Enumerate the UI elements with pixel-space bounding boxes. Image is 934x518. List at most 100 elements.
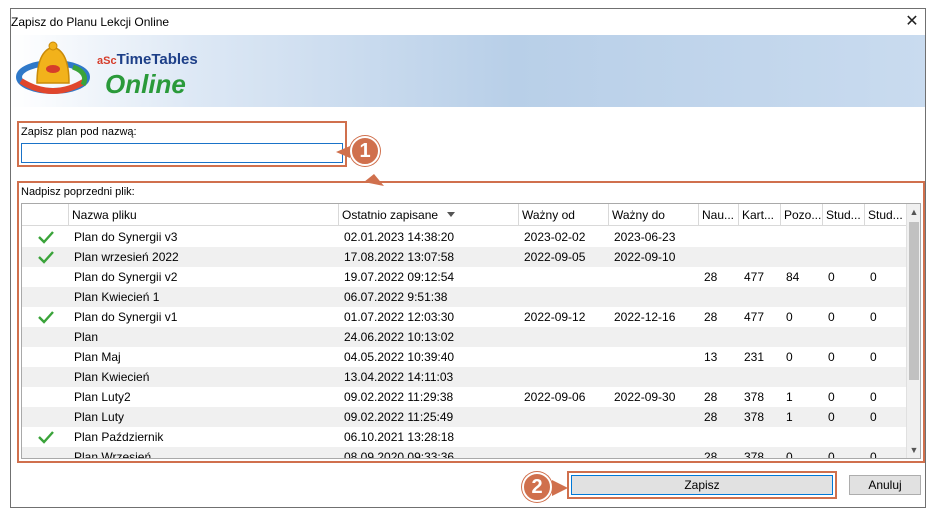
window-title: Zapisz do Planu Lekcji Online xyxy=(11,15,170,29)
cell-name: Plan Kwiecień 1 xyxy=(74,290,160,304)
asc-bell-logo-icon xyxy=(16,41,90,94)
cell-c2: 477 xyxy=(744,310,765,324)
table-row[interactable]: Plan 24.06.2022 10:13:02 xyxy=(22,327,908,347)
table-row[interactable]: Plan do Synergii v2 19.07.2022 09:12:54 28… xyxy=(22,267,908,287)
cell-saved: 02.01.2023 14:38:20 xyxy=(344,230,455,244)
column-header-name[interactable]: Nazwa pliku xyxy=(68,204,338,226)
cell-c4: 0 xyxy=(828,390,835,404)
cell-c3: 1 xyxy=(786,390,793,404)
cell-saved: 08.09.2020 09:33:36 xyxy=(344,450,455,459)
cell-c1: 28 xyxy=(704,270,718,284)
sort-descending-icon xyxy=(447,212,455,217)
cell-saved: 17.08.2022 13:07:58 xyxy=(344,250,455,264)
plan-name-input[interactable] xyxy=(21,143,343,163)
cell-name: Plan do Synergii v3 xyxy=(74,230,178,244)
cell-to: 2023-06-23 xyxy=(614,230,676,244)
cell-saved: 24.06.2022 10:13:02 xyxy=(344,330,455,344)
column-header-cards[interactable]: Kart... xyxy=(738,204,780,226)
cell-to: 2022-12-16 xyxy=(614,310,676,324)
cell-name: Plan Luty2 xyxy=(74,390,131,404)
cell-saved: 06.10.2021 13:28:18 xyxy=(344,430,455,444)
cell-c2: 378 xyxy=(744,390,765,404)
overwrite-group: Nadpisz poprzedni plik: Nazwa pliku Osta… xyxy=(17,181,925,463)
column-header-status[interactable] xyxy=(22,204,68,226)
cell-c5: 0 xyxy=(870,410,877,424)
scroll-down-icon[interactable]: ▼ xyxy=(907,442,920,458)
overwrite-label: Nadpisz poprzedni plik: xyxy=(21,186,135,198)
column-header-saved[interactable]: Ostatnio zapisane xyxy=(338,204,518,226)
cell-c4: 0 xyxy=(828,350,835,364)
dialog-window: Zapisz do Planu Lekcji Online ✕ aScTimeT… xyxy=(10,8,926,508)
table-row[interactable]: Plan Wrzesień 08.09.2020 09:33:36 28 378 0 0 0 xyxy=(22,447,908,459)
save-name-group: Zapisz plan pod nazwą: xyxy=(17,121,347,167)
cell-saved: 09.02.2022 11:25:49 xyxy=(344,410,454,424)
callout-arrow-1-icon xyxy=(336,146,384,186)
cell-from: 2022-09-05 xyxy=(524,250,586,264)
table-row[interactable]: Plan wrzesień 2022 17.08.2022 13:07:58 202… xyxy=(22,247,908,267)
table-row[interactable]: Plan Kwiecień 13.04.2022 14:11:03 xyxy=(22,367,908,387)
cell-c4: 0 xyxy=(828,410,835,424)
cell-saved: 01.07.2022 12:03:30 xyxy=(344,310,455,324)
cell-name: Plan Luty xyxy=(74,410,125,424)
cell-c5: 0 xyxy=(870,310,877,324)
column-header-valid-from[interactable]: Ważny od xyxy=(518,204,608,226)
cell-c2: 378 xyxy=(744,410,765,424)
brand-banner: aScTimeTables Online xyxy=(11,35,925,107)
cell-c3: 0 xyxy=(786,450,793,459)
title-bar: Zapisz do Planu Lekcji Online ✕ xyxy=(11,9,925,35)
table-row[interactable]: Plan Październik 06.10.2021 13:28:18 xyxy=(22,427,908,447)
list-header: Nazwa pliku Ostatnio zapisane Ważny od W… xyxy=(22,204,908,226)
brand-prefix: aSc xyxy=(97,55,117,67)
table-row[interactable]: Plan Luty 09.02.2022 11:25:49 28 378 1 0 0 xyxy=(22,407,908,427)
cell-to: 2022-09-30 xyxy=(614,390,676,404)
cell-saved: 19.07.2022 09:12:54 xyxy=(344,270,455,284)
cell-name: Plan Wrzesień xyxy=(74,450,152,459)
cell-c2: 378 xyxy=(744,450,765,459)
vertical-scrollbar[interactable]: ▲ ▼ xyxy=(906,204,920,458)
cancel-button[interactable]: Anuluj xyxy=(849,475,921,495)
cell-c4: 0 xyxy=(828,310,835,324)
cell-c4: 0 xyxy=(828,450,835,459)
cell-from: 2023-02-02 xyxy=(524,230,586,244)
cell-c3: 0 xyxy=(786,310,793,324)
brand-subtitle: Online xyxy=(105,69,186,99)
cell-c2: 477 xyxy=(744,270,765,284)
cell-c3: 0 xyxy=(786,350,793,364)
list-rows: Plan do Synergii v3 02.01.2023 14:38:20 20… xyxy=(22,227,908,459)
file-list[interactable]: Nazwa pliku Ostatnio zapisane Ważny od W… xyxy=(21,203,921,459)
table-row[interactable]: Plan Kwiecień 1 06.07.2022 9:51:38 xyxy=(22,287,908,307)
checkmark-icon xyxy=(38,231,54,244)
column-header-teachers[interactable]: Nau... xyxy=(698,204,738,226)
cell-c2: 231 xyxy=(744,350,765,364)
brand-name: aScTimeTables xyxy=(97,51,198,68)
scroll-up-icon[interactable]: ▲ xyxy=(907,204,920,220)
cell-saved: 09.02.2022 11:29:38 xyxy=(344,390,454,404)
table-row[interactable]: Plan Luty2 09.02.2022 11:29:38 2022-09-06 2… xyxy=(22,387,908,407)
column-header-remaining[interactable]: Pozo... xyxy=(780,204,822,226)
cell-c4: 0 xyxy=(828,270,835,284)
cell-c5: 0 xyxy=(870,270,877,284)
cell-c5: 0 xyxy=(870,350,877,364)
save-button-highlight: Zapisz xyxy=(567,471,837,499)
table-row[interactable]: Plan do Synergii v1 01.07.2022 12:03:30 20… xyxy=(22,307,908,327)
column-header-students-2[interactable]: Stud... xyxy=(864,204,908,226)
column-header-saved-label: Ostatnio zapisane xyxy=(342,208,439,222)
column-header-students-1[interactable]: Stud... xyxy=(822,204,864,226)
cell-c3: 84 xyxy=(786,270,800,284)
cell-c5: 0 xyxy=(870,390,877,404)
table-row[interactable]: Plan do Synergii v3 02.01.2023 14:38:20 20… xyxy=(22,227,908,247)
cell-name: Plan do Synergii v2 xyxy=(74,270,178,284)
cell-c5: 0 xyxy=(870,450,877,459)
cell-name: Plan xyxy=(74,330,99,344)
cell-c1: 28 xyxy=(704,390,718,404)
table-row[interactable]: Plan Maj 04.05.2022 10:39:40 13 231 0 0 0 xyxy=(22,347,908,367)
save-name-label: Zapisz plan pod nazwą: xyxy=(21,126,137,138)
cell-saved: 06.07.2022 9:51:38 xyxy=(344,290,448,304)
column-header-valid-to[interactable]: Ważny do xyxy=(608,204,698,226)
close-button[interactable]: ✕ xyxy=(903,13,921,31)
cell-c1: 28 xyxy=(704,310,718,324)
scroll-thumb[interactable] xyxy=(909,222,919,380)
save-button[interactable]: Zapisz xyxy=(571,475,833,495)
cell-c3: 1 xyxy=(786,410,793,424)
cell-name: Plan do Synergii v1 xyxy=(74,310,178,324)
